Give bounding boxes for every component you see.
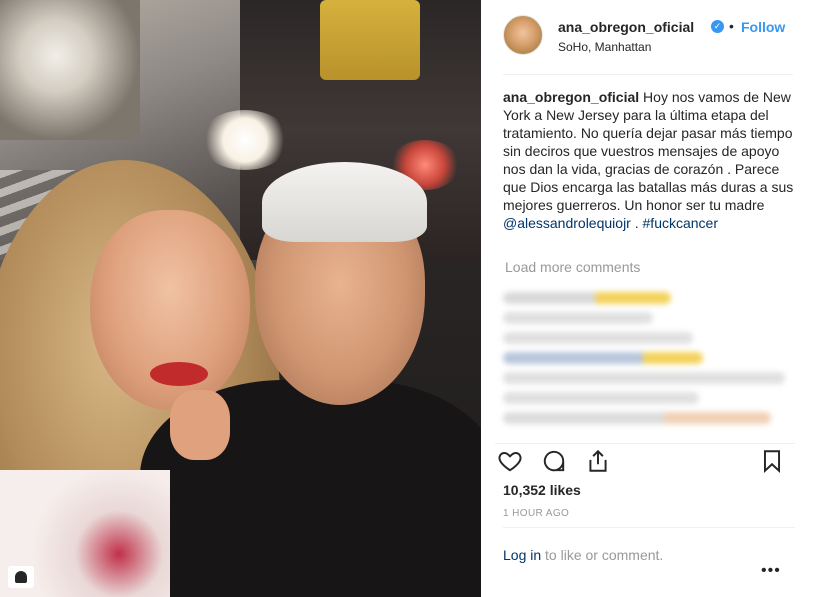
post-header: ana_obregon_oficial ✓ • Follow SoHo, Man… — [503, 13, 793, 75]
follow-button[interactable]: Follow — [741, 19, 785, 35]
mention-link[interactable]: @alessandrolequiojr — [503, 215, 631, 231]
login-prompt-text: to like or comment. — [541, 547, 664, 563]
woman-lips — [150, 362, 208, 386]
comment-line — [503, 292, 671, 304]
verified-icon: ✓ — [711, 20, 724, 33]
caption-separator: . — [630, 215, 643, 231]
hand — [170, 390, 230, 460]
building-left — [0, 0, 140, 140]
comment-line — [503, 332, 693, 344]
more-options-button[interactable]: ••• — [761, 562, 781, 580]
comment-icon[interactable] — [541, 448, 569, 476]
avatar[interactable] — [503, 15, 543, 55]
traffic-light — [320, 0, 420, 80]
comment-line — [503, 392, 699, 404]
share-icon[interactable] — [585, 448, 613, 476]
caption-text: Hoy nos vamos de New York a New Jersey p… — [503, 89, 794, 213]
load-more-comments[interactable]: Load more comments — [505, 259, 640, 275]
action-bar — [495, 443, 795, 477]
post-photo[interactable] — [0, 0, 481, 597]
street-light — [200, 110, 290, 170]
comment-line — [503, 372, 785, 384]
blurred-comments — [503, 284, 795, 432]
hashtag-link[interactable]: #fuckcancer — [643, 215, 718, 231]
man-cap — [262, 162, 427, 242]
caption-username[interactable]: ana_obregon_oficial — [503, 89, 639, 105]
user-tag-icon[interactable] — [8, 566, 34, 588]
comment-line — [503, 352, 703, 364]
location-link[interactable]: SoHo, Manhattan — [558, 40, 651, 54]
comment-line — [503, 312, 653, 324]
separator-dot: • — [729, 18, 734, 34]
post-panel: ana_obregon_oficial ✓ • Follow SoHo, Man… — [481, 0, 814, 597]
caption: ana_obregon_oficial Hoy nos vamos de New… — [503, 88, 795, 232]
login-prompt: Log in to like or comment. — [503, 547, 663, 563]
login-link[interactable]: Log in — [503, 547, 541, 563]
header-username[interactable]: ana_obregon_oficial — [558, 19, 694, 35]
likes-count[interactable]: 10,352 likes — [503, 482, 581, 498]
post-timestamp[interactable]: 1 HOUR AGO — [503, 508, 569, 519]
heart-icon[interactable] — [497, 448, 525, 476]
bookmark-icon[interactable] — [759, 448, 787, 476]
comment-line — [503, 412, 771, 424]
divider — [503, 527, 795, 528]
